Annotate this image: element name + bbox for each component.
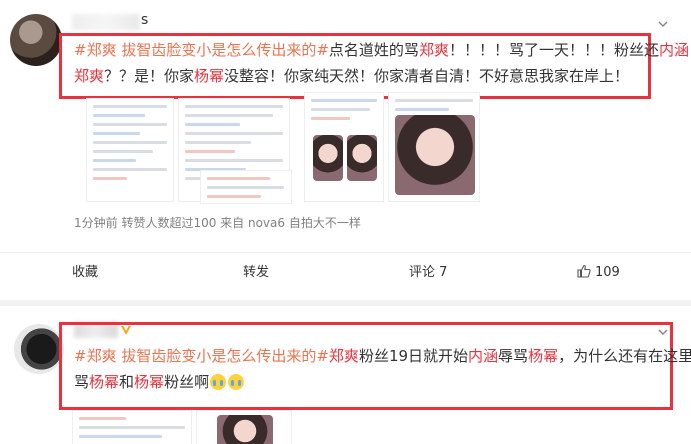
post-meta: 1分钟前 转赞人数超过100 来自 nova6 自拍大不一样 [74,216,361,230]
username-fragment: s [141,12,149,28]
post-image[interactable] [304,92,384,202]
chevron-down-icon[interactable] [657,18,669,30]
post-text-segment: 粉丝19日就开始 [358,347,469,365]
topic-hashtag[interactable]: #郑爽 拔智齿脸变小是怎么传出来的# [74,41,329,59]
post-image[interactable] [388,92,480,202]
collect-button[interactable]: 收藏 [72,253,98,293]
topic-hashtag[interactable]: #郑爽 拔智齿脸变小是怎么传出来的# [74,347,329,365]
mention-keyword: 郑爽 [328,347,359,365]
post-image[interactable] [200,170,292,204]
action-bar: 收藏 转发 评论 7 109 [0,252,691,293]
mention-keyword: 杨幂 [134,373,165,391]
post-text-line: 骂杨幂和杨幂粉丝啊 [74,368,245,396]
mention-keyword: 杨幂 [194,67,225,85]
post-text-segment: ？？是！你家 [104,67,195,85]
weibo-post: #郑爽 拔智齿脸变小是怎么传出来的#郑爽粉丝19日就开始内涵辱骂杨幂，为什么还有… [0,306,691,444]
avatar[interactable] [14,324,64,374]
weibo-post: s #郑爽 拔智齿脸变小是怎么传出来的#点名道姓的骂郑爽！！！！骂了一天！！！粉… [0,0,691,300]
crying-emoji-icon [228,374,245,390]
mention-keyword: 郑爽 [418,41,449,59]
crying-emoji-icon [210,374,227,390]
like-button[interactable]: 109 [577,253,620,293]
post-image[interactable] [86,98,174,202]
post-text-segment: 骂 [74,373,90,391]
post-text-segment: ！！！！骂了一天！！！粉丝还 [448,41,659,59]
post-image[interactable] [72,410,192,444]
avatar[interactable] [10,14,62,66]
post-text-segment: 辱骂 [498,347,529,365]
post-text-line: 郑爽？？是！你家杨幂没整容！你家纯天然！你家清者自清！不好意思我家在岸上！ [74,62,629,90]
like-count: 109 [595,265,620,280]
mention-keyword: 郑爽 [74,67,105,85]
repost-button[interactable]: 转发 [243,253,269,293]
mention-keyword: 内涵 [468,347,499,365]
mention-keyword: 杨幂 [89,373,120,391]
thumbs-up-icon [577,264,591,278]
post-text-segment: 粉丝啊 [164,373,210,391]
post-text-segment: 没整容！你家纯天然！你家清者自清！不好意思我家在岸上！ [224,67,630,85]
username-blurred[interactable] [72,14,140,30]
mention-keyword: 内涵 [658,41,689,59]
comment-button[interactable]: 评论 7 [409,253,447,293]
post-text-segment: ，为什么还有在这里 [558,347,691,365]
post-text-segment: 和 [119,373,135,391]
post-text-line: #郑爽 拔智齿脸变小是怎么传出来的#郑爽粉丝19日就开始内涵辱骂杨幂，为什么还有… [74,342,691,370]
post-image[interactable] [196,410,292,444]
mention-keyword: 杨幂 [528,347,559,365]
post-text-line: #郑爽 拔智齿脸变小是怎么传出来的#点名道姓的骂郑爽！！！！骂了一天！！！粉丝还… [74,36,689,64]
post-text-segment: 点名道姓的骂 [328,41,419,59]
